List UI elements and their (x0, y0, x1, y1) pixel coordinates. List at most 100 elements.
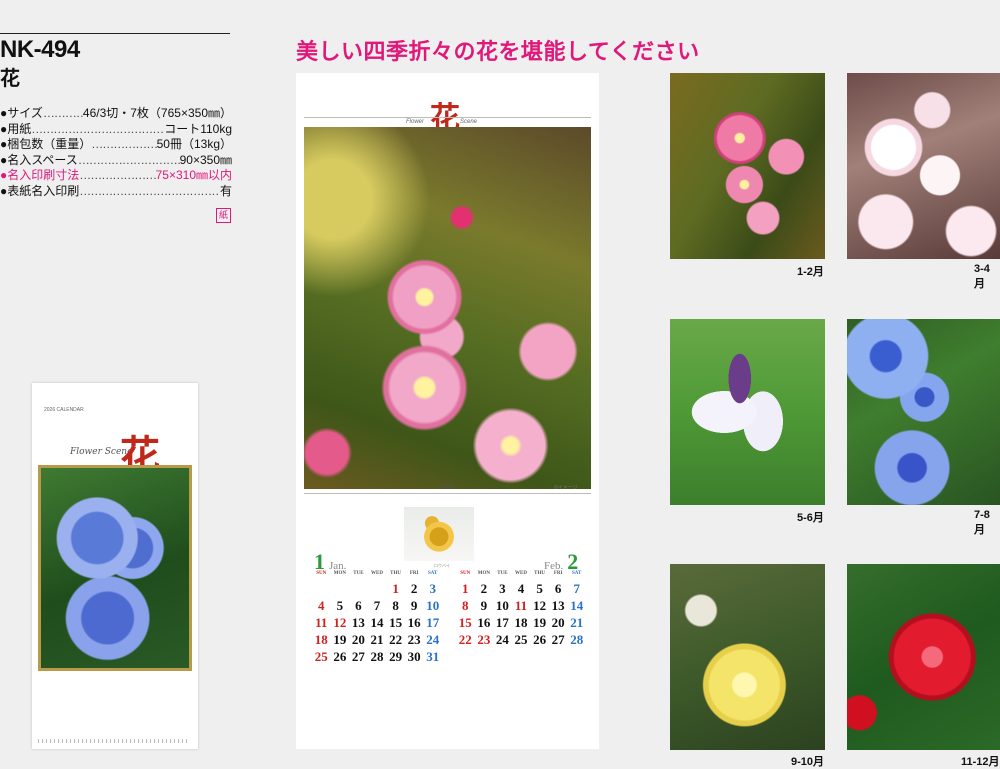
spec-value: 有 (219, 183, 232, 198)
product-code: NK-494 (0, 36, 80, 63)
weekday-label: TUE (353, 571, 364, 576)
spec-leader-dots (79, 184, 220, 200)
flower-label: Flower (406, 119, 425, 125)
weekday-label: FRI (553, 571, 563, 576)
spec-value: コート110kg (164, 121, 232, 136)
weekday-label: WED (371, 571, 383, 576)
thumbnail-date-strip (38, 739, 190, 743)
spec-leader-dots (31, 122, 164, 138)
spec-leader-dots (78, 153, 180, 169)
photo-5-6-iris[interactable] (670, 319, 825, 505)
weekday-label: TUE (497, 571, 508, 576)
calendar-day: 24 (426, 632, 440, 647)
spec-value: 50冊（13kg） (156, 137, 232, 151)
calendar-day (331, 580, 350, 597)
weekday-label: SAT (572, 571, 582, 576)
calendar-day: 26 (333, 649, 347, 664)
title-rule (0, 33, 230, 34)
top-divider (304, 117, 591, 118)
calendar-day: 22 (389, 632, 403, 647)
calendar-day: 2 (480, 581, 488, 596)
spec-label: ●名入スペース (0, 152, 78, 167)
spec-label: ●用紙 (0, 121, 32, 136)
calendar-day: 14 (370, 615, 384, 630)
calendar-day: 25 (514, 632, 528, 647)
calendar-day: 5 (336, 598, 344, 613)
weekday-label: WED (515, 571, 527, 576)
calendar-day: 7 (573, 581, 580, 596)
month-grid-feb: SUN MON TUE WED THU FRI SAT 1 2 3 4 5 6 7 8 9 10 11 12 13 14… (456, 571, 586, 648)
calendar-day: 15 (389, 615, 403, 630)
inset-caption: ロウバイ (434, 563, 450, 568)
calendar-day: 26 (533, 632, 547, 647)
weekday-label: MON (333, 571, 346, 576)
calendar-day: 8 (462, 598, 469, 613)
calendar-day: 19 (333, 632, 347, 647)
calendar-day: 1 (392, 581, 399, 596)
calendar-day: 12 (533, 598, 547, 613)
calendar-day: 21 (370, 632, 384, 647)
headline: 美しい四季折々の花を堪能してください (296, 39, 700, 64)
product-title: 花 (0, 68, 20, 90)
weekday-label: MON (477, 571, 490, 576)
calendar-day: 22 (458, 632, 472, 647)
spec-leader-dots (79, 168, 155, 184)
calendar-day: 31 (426, 649, 440, 664)
spec-label: ●名入印刷寸法 (0, 168, 80, 182)
calendar-day: 21 (570, 615, 584, 630)
calendar-day: 30 (407, 649, 421, 664)
spec-value: 46/3切・7枚（765×350㎜） (82, 106, 232, 120)
spec-row: ●名入印刷寸法 75×310㎜以内 (0, 168, 232, 184)
month-grid-jan: SUN MON TUE WED THU FRI SAT 1 2 3 4 5 6 7 8 9 10 11 12 13 14… (312, 571, 442, 665)
photo-1-2-plum[interactable] (670, 73, 825, 259)
calendar-day: 1 (462, 581, 469, 596)
calendar-day: 6 (554, 581, 562, 596)
calendar-day: 15 (458, 615, 472, 630)
photo-11-12-camellia[interactable] (847, 564, 1000, 750)
scene-label: Scene (460, 119, 478, 125)
calendar-day: 10 (495, 598, 509, 613)
spec-leader-dots (91, 137, 156, 153)
calendar-day: 27 (551, 632, 565, 647)
calendar-day: 6 (355, 598, 362, 613)
calendar-day: 20 (551, 615, 565, 630)
calendar-day: 8 (392, 598, 399, 613)
weekday-header: SUN MON TUE WED THU FRI SAT (312, 571, 442, 576)
thumbnail-calendar-title: 2026 CALENDAR (44, 407, 84, 413)
calendar-day: 5 (536, 581, 543, 596)
calendar-day: 13 (351, 615, 365, 630)
photo-9-10-rose[interactable] (670, 564, 825, 750)
spec-value: 75×310㎜以内 (155, 168, 232, 182)
day-grid: 1 2 3 4 5 6 7 8 9 10 11 12 13 14 15 16 17 18 19 20 21 22 23 24 2… (456, 580, 586, 648)
paper-badge: 紙 (216, 208, 231, 223)
spec-value: 90×350㎜ (179, 152, 232, 167)
photo-7-8-morning-glory[interactable] (847, 319, 1000, 505)
calendar-day: 29 (389, 649, 403, 664)
photo-label-7-8: 7-8月 (974, 509, 990, 536)
bottom-divider (304, 493, 591, 494)
spec-row: ●用紙 コート110kg (0, 122, 232, 138)
weekday-label: SAT (428, 571, 438, 576)
calendar-day: 11 (315, 615, 328, 630)
plum-blossom-photo (304, 127, 591, 489)
calendar-day (368, 580, 387, 597)
calendar-day: 20 (351, 632, 365, 647)
wintersweet-inset-photo: ロウバイ (404, 507, 474, 568)
spec-leader-dots (43, 106, 83, 122)
calendar-day: 3 (499, 581, 506, 596)
calendar-thumbnail[interactable]: 2026 CALENDAR Flower Scene 花 (32, 383, 198, 749)
calendar-day: 13 (551, 598, 565, 613)
spec-row: ●名入スペース 90×350㎜ (0, 153, 232, 169)
photo-3-4-cherry[interactable] (847, 73, 1000, 259)
calendar-day: 19 (533, 615, 547, 630)
calendar-day: 4 (318, 598, 325, 613)
calendar-day: 18 (314, 632, 328, 647)
weekday-label: THU (390, 571, 401, 576)
calendar-day: 11 (514, 598, 528, 613)
spec-row: ●表紙名入印刷 有 (0, 184, 232, 200)
calendar-day: 3 (429, 581, 436, 596)
spec-label: ●表紙名入印刷 (0, 183, 80, 198)
spec-row: ●サイズ 46/3切・7枚（765×350㎜） (0, 106, 232, 122)
calendar-page: 花 Flower Scene 2026 ©イメージ ロウバイ 1 Jan. Fe… (296, 73, 599, 749)
calendar-day (349, 580, 368, 597)
